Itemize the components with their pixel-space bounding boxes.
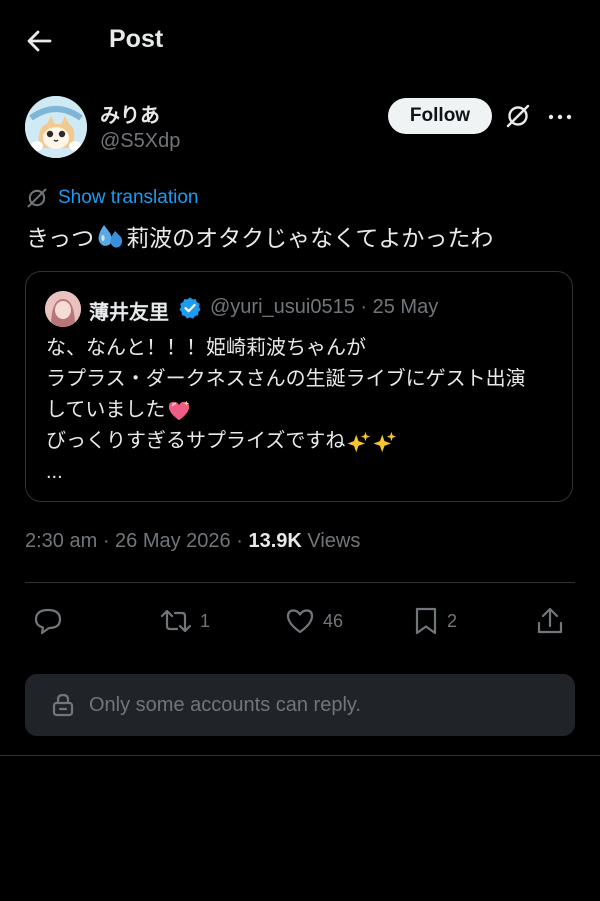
quoted-line: な、なんと！！！姫崎莉波ちゃんが bbox=[46, 333, 556, 364]
quoted-line-text: びっくりすぎるサプライズですね bbox=[46, 430, 346, 452]
bookmark-count: 2 bbox=[447, 610, 458, 631]
heart-icon bbox=[286, 609, 314, 634]
post-text: きっつ 莉波のオタクじゃなくてよかったわ bbox=[26, 219, 493, 253]
top-bar: Post bbox=[0, 0, 600, 80]
reply-restriction-text: Only some accounts can reply. bbox=[89, 693, 361, 716]
share-button[interactable] bbox=[535, 604, 565, 638]
divider bbox=[0, 755, 600, 756]
post-author: みりあ @S5Xdp Follow bbox=[25, 96, 575, 166]
reply-icon bbox=[34, 608, 62, 635]
quoted-line: していました bbox=[46, 395, 556, 426]
grok-button[interactable] bbox=[503, 101, 533, 131]
quoted-handle-date: @yuri_usui0515 · 25 May bbox=[210, 296, 439, 318]
repost-count: 1 bbox=[200, 610, 211, 631]
bookmark-icon bbox=[415, 607, 437, 635]
avatar[interactable] bbox=[25, 96, 87, 158]
action-bar: 1 46 2 bbox=[25, 604, 575, 638]
quoted-line-text: な、なんと！！！姫崎莉波ちゃんが bbox=[46, 337, 366, 359]
more-options-button[interactable] bbox=[545, 102, 575, 132]
quoted-text: な、なんと！！！姫崎莉波ちゃんが ラプラス・ダークネスさんの生誕ライブにゲスト出… bbox=[46, 333, 556, 488]
page-title: Post bbox=[109, 25, 164, 53]
more-horizontal-icon bbox=[548, 114, 572, 120]
repost-icon bbox=[160, 609, 192, 633]
quoted-avatar[interactable] bbox=[45, 291, 81, 327]
divider bbox=[25, 582, 575, 583]
sparkles-icon bbox=[373, 430, 397, 454]
cat-avatar-icon bbox=[25, 96, 87, 158]
quoted-line: びっくりすぎるサプライズですね bbox=[46, 426, 556, 457]
follow-button[interactable]: Follow bbox=[388, 98, 492, 134]
author-name[interactable]: みりあ bbox=[100, 99, 160, 128]
like-count: 46 bbox=[323, 610, 344, 631]
post-text-part-1: きっつ bbox=[26, 225, 95, 251]
lock-icon bbox=[52, 693, 74, 717]
views-label: Views bbox=[301, 530, 361, 552]
share-icon bbox=[537, 607, 563, 634]
quoted-author-name[interactable]: 薄井友里 bbox=[89, 296, 169, 325]
grok-icon bbox=[506, 104, 530, 128]
grok-icon bbox=[27, 188, 47, 208]
quoted-line-text: ... bbox=[46, 461, 63, 483]
reply-restriction-notice: Only some accounts can reply. bbox=[25, 674, 575, 736]
like-button[interactable]: 46 bbox=[285, 604, 343, 638]
quoted-line: ... bbox=[46, 457, 556, 488]
post-metadata: 2:30 am · 26 May 2026 · 13.9K Views bbox=[25, 530, 360, 553]
post-timestamp[interactable]: 2:30 am · 26 May 2026 · bbox=[25, 530, 248, 552]
reply-button[interactable] bbox=[33, 604, 63, 638]
repost-button[interactable]: 1 bbox=[160, 604, 210, 638]
bookmark-button[interactable]: 2 bbox=[413, 604, 457, 638]
back-button[interactable] bbox=[22, 24, 56, 58]
quoted-line: ラプラス・ダークネスさんの生誕ライブにゲスト出演 bbox=[46, 364, 556, 395]
quoted-line-text: していました bbox=[46, 399, 166, 421]
author-handle[interactable]: @S5Xdp bbox=[100, 130, 180, 153]
views-count: 13.9K bbox=[248, 530, 302, 552]
verified-badge-icon bbox=[179, 297, 201, 319]
post-text-part-2: 莉波のオタクじゃなくてよかったわ bbox=[126, 225, 494, 251]
quoted-post[interactable]: 薄井友里 @yuri_usui0515 · 25 May な、なんと！！！姫崎莉… bbox=[25, 271, 573, 502]
show-translation-label: Show translation bbox=[58, 187, 199, 208]
quoted-line-text: ラプラス・ダークネスさんの生誕ライブにゲスト出演 bbox=[46, 368, 526, 390]
sparkles-icon bbox=[347, 430, 371, 454]
show-translation-link[interactable]: Show translation bbox=[26, 185, 198, 211]
sweat-droplets-icon bbox=[95, 221, 125, 251]
arrow-left-icon bbox=[27, 30, 52, 52]
person-avatar-icon bbox=[45, 291, 81, 327]
sparkling-heart-icon bbox=[167, 399, 191, 423]
